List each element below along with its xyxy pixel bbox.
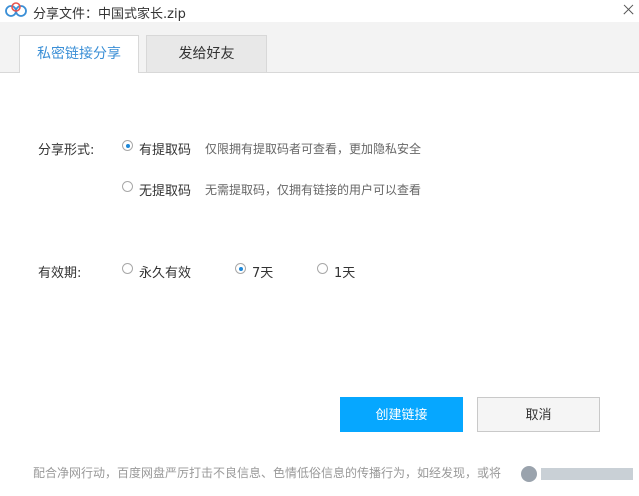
radio-without-code[interactable]	[122, 181, 133, 192]
cancel-button[interactable]: 取消	[477, 397, 600, 432]
option-permanent-label[interactable]: 永久有效	[139, 262, 191, 281]
window-title: 分享文件：中国式家长.zip	[33, 7, 186, 22]
title-bar: 分享文件：中国式家长.zip	[0, 0, 639, 22]
tab-private-link[interactable]: 私密链接分享	[19, 35, 139, 73]
radio-with-code[interactable]	[122, 140, 133, 151]
create-link-button[interactable]: 创建链接	[340, 397, 463, 432]
radio-permanent[interactable]	[122, 263, 133, 274]
option-without-code-description: 无需提取码，仅拥有链接的用户可以查看	[205, 183, 422, 197]
option-without-code-label[interactable]: 无提取码	[139, 180, 191, 199]
close-icon[interactable]	[618, 0, 639, 20]
validity-label: 有效期:	[38, 266, 82, 281]
radio-7-days[interactable]	[235, 263, 246, 274]
smzdm-watermark	[519, 460, 639, 496]
share-method-label: 分享形式:	[38, 143, 95, 158]
option-1-day-label[interactable]: 1天	[334, 262, 355, 281]
option-with-code-description: 仅限拥有提取码者可查看，更加隐私安全	[205, 142, 422, 156]
tab-send-to-friend[interactable]: 发给好友	[146, 35, 267, 72]
baidu-netdisk-icon	[5, 2, 27, 17]
radio-1-day[interactable]	[317, 263, 328, 274]
footer-notice: 配合净网行动，百度网盘严厉打击不良信息、色情低俗信息的传播行为，如经发现，或将	[33, 466, 502, 480]
option-with-code-label[interactable]: 有提取码	[139, 139, 191, 158]
option-7-days-label[interactable]: 7天	[252, 262, 273, 281]
